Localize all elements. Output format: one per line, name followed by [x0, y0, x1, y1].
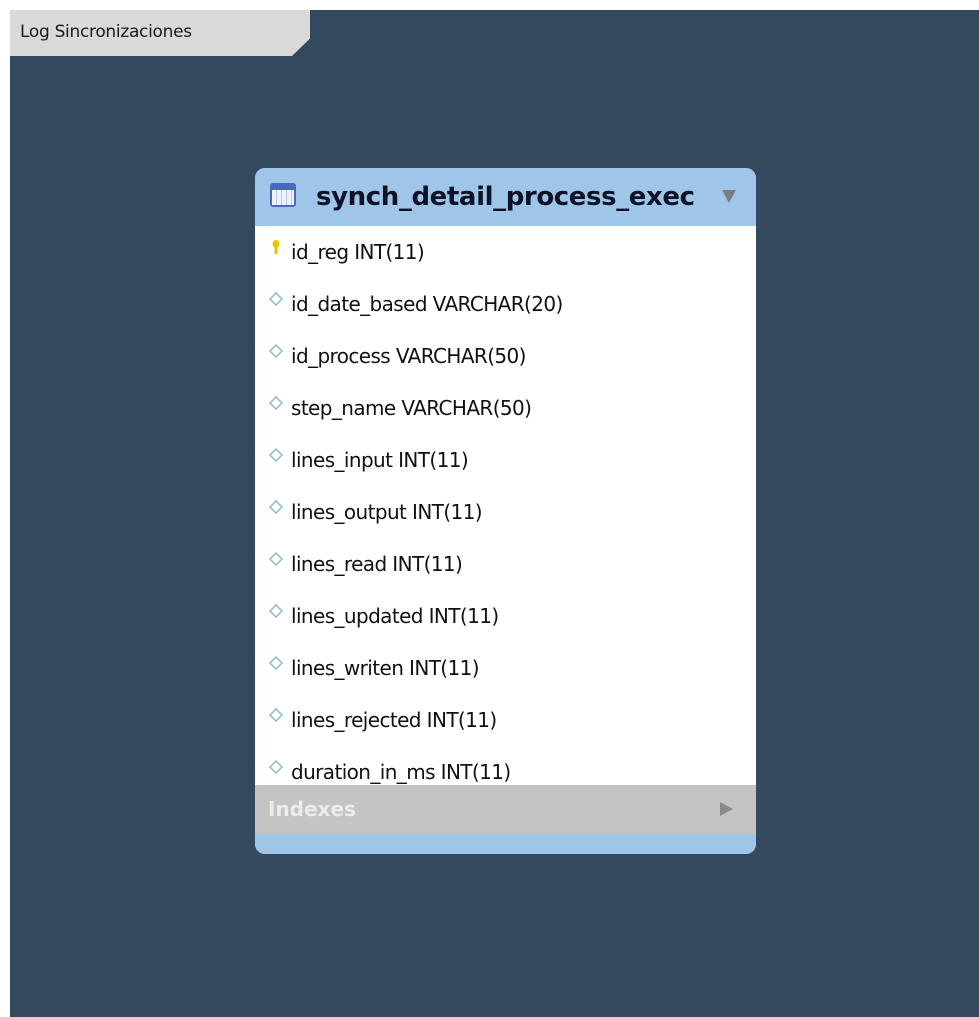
- table-footer: [255, 834, 756, 854]
- table-icon: [270, 183, 296, 207]
- column-label: lines_output INT(11): [291, 500, 483, 524]
- column-row[interactable]: lines_read INT(11): [255, 538, 756, 590]
- column-row[interactable]: step_name VARCHAR(50): [255, 382, 756, 434]
- column-label: id_date_based VARCHAR(20): [291, 292, 563, 316]
- column-row[interactable]: lines_input INT(11): [255, 434, 756, 486]
- diamond-icon: [269, 760, 283, 774]
- column-row[interactable]: lines_writen INT(11): [255, 642, 756, 694]
- diamond-icon: [269, 604, 283, 618]
- indexes-section[interactable]: Indexes: [255, 785, 756, 834]
- table-header[interactable]: synch_detail_process_exec: [255, 168, 756, 226]
- column-row[interactable]: id_reg INT(11): [255, 226, 756, 278]
- layer-name: Log Sincronizaciones: [20, 22, 192, 42]
- column-label: lines_writen INT(11): [291, 656, 480, 680]
- table-object[interactable]: synch_detail_process_exec id_reg INT(11)…: [255, 168, 756, 854]
- column-row[interactable]: id_process VARCHAR(50): [255, 330, 756, 382]
- triangle-down-icon[interactable]: [722, 190, 736, 203]
- column-label: id_reg INT(11): [291, 240, 425, 264]
- indexes-label: Indexes: [268, 797, 356, 821]
- column-row[interactable]: id_date_based VARCHAR(20): [255, 278, 756, 330]
- column-label: lines_updated INT(11): [291, 604, 499, 628]
- column-list: id_reg INT(11) id_date_based VARCHAR(20) i…: [255, 226, 756, 785]
- diamond-icon: [269, 344, 283, 358]
- key-icon: [272, 240, 280, 254]
- diamond-icon: [269, 552, 283, 566]
- column-label: id_process VARCHAR(50): [291, 344, 526, 368]
- column-label: step_name VARCHAR(50): [291, 396, 532, 420]
- column-label: lines_read INT(11): [291, 552, 463, 576]
- diamond-icon: [269, 448, 283, 462]
- diamond-icon: [269, 500, 283, 514]
- column-label: lines_input INT(11): [291, 448, 469, 472]
- table-name: synch_detail_process_exec: [316, 182, 695, 212]
- layer-label[interactable]: Log Sincronizaciones: [10, 10, 310, 56]
- diamond-icon: [269, 292, 283, 306]
- diamond-icon: [269, 708, 283, 722]
- diamond-icon: [269, 656, 283, 670]
- column-row[interactable]: lines_output INT(11): [255, 486, 756, 538]
- column-row[interactable]: lines_rejected INT(11): [255, 694, 756, 746]
- triangle-right-icon[interactable]: [720, 802, 733, 816]
- column-label: lines_rejected INT(11): [291, 708, 497, 732]
- diamond-icon: [269, 396, 283, 410]
- column-row[interactable]: lines_updated INT(11): [255, 590, 756, 642]
